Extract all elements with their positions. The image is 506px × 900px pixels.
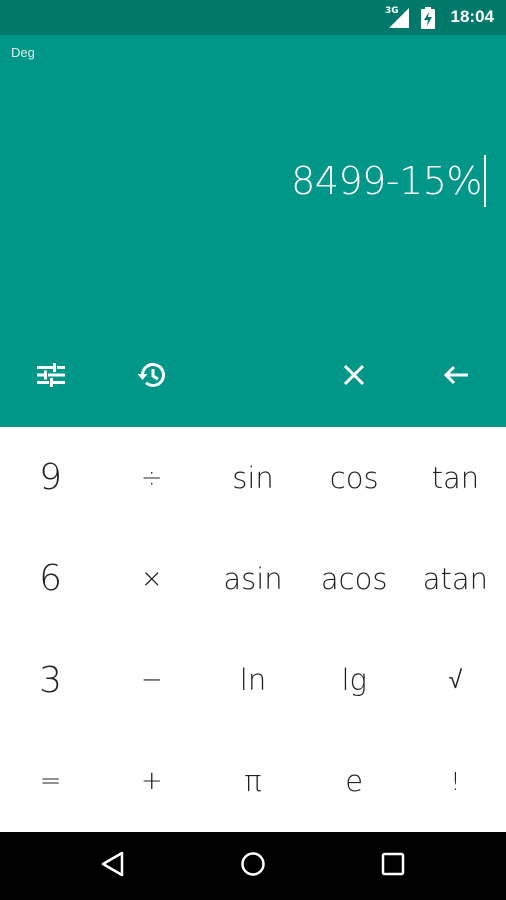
back-triangle-icon bbox=[101, 851, 125, 881]
key-3[interactable]: 3 bbox=[0, 630, 101, 731]
expression-text[interactable]: 8499-15% bbox=[291, 153, 482, 209]
recents-button[interactable] bbox=[373, 846, 413, 886]
key-plus[interactable]: + bbox=[101, 731, 202, 832]
key-cos[interactable]: cos bbox=[304, 427, 405, 528]
key-6[interactable]: 6 bbox=[0, 528, 101, 629]
clear-button[interactable] bbox=[324, 349, 384, 405]
navigation-bar bbox=[0, 832, 506, 900]
history-button[interactable] bbox=[122, 349, 182, 405]
key-multiply[interactable]: × bbox=[101, 528, 202, 629]
key-lg[interactable]: lg bbox=[304, 630, 405, 731]
key-e[interactable]: e bbox=[304, 731, 405, 832]
key-sin[interactable]: sin bbox=[202, 427, 303, 528]
key-minus[interactable]: − bbox=[101, 630, 202, 731]
recents-square-icon bbox=[381, 852, 405, 880]
key-equals[interactable]: = bbox=[0, 731, 101, 832]
key-atan[interactable]: atan bbox=[405, 528, 506, 629]
home-button[interactable] bbox=[233, 846, 273, 886]
battery-charging-icon bbox=[421, 7, 435, 33]
clock: 18:04 bbox=[450, 7, 494, 26]
close-icon bbox=[343, 364, 365, 390]
history-icon bbox=[137, 361, 167, 393]
key-tan[interactable]: tan bbox=[405, 427, 506, 528]
expression-row[interactable]: 8499-15% bbox=[291, 153, 486, 209]
settings-button[interactable] bbox=[21, 349, 81, 405]
back-button[interactable] bbox=[93, 846, 133, 886]
key-sqrt[interactable]: √ bbox=[405, 630, 506, 731]
keypad: 9 ÷ sin cos tan 6 × asin acos atan 3 − l… bbox=[0, 427, 506, 832]
angle-mode-label[interactable]: Deg bbox=[11, 45, 35, 60]
tune-sliders-icon bbox=[37, 363, 65, 391]
backspace-button[interactable] bbox=[426, 349, 486, 405]
key-ln[interactable]: ln bbox=[202, 630, 303, 731]
key-divide[interactable]: ÷ bbox=[101, 427, 202, 528]
signal-icon bbox=[389, 8, 409, 32]
home-circle-icon bbox=[240, 851, 266, 881]
key-pi[interactable]: π bbox=[202, 731, 303, 832]
calculator-display: Deg 8499-15% bbox=[0, 35, 506, 427]
key-9[interactable]: 9 bbox=[0, 427, 101, 528]
text-cursor bbox=[484, 155, 486, 207]
status-bar: 3G 18:04 bbox=[0, 0, 506, 35]
key-acos[interactable]: acos bbox=[304, 528, 405, 629]
key-asin[interactable]: asin bbox=[202, 528, 303, 629]
arrow-left-icon bbox=[443, 364, 469, 390]
key-factorial[interactable]: ! bbox=[405, 731, 506, 832]
